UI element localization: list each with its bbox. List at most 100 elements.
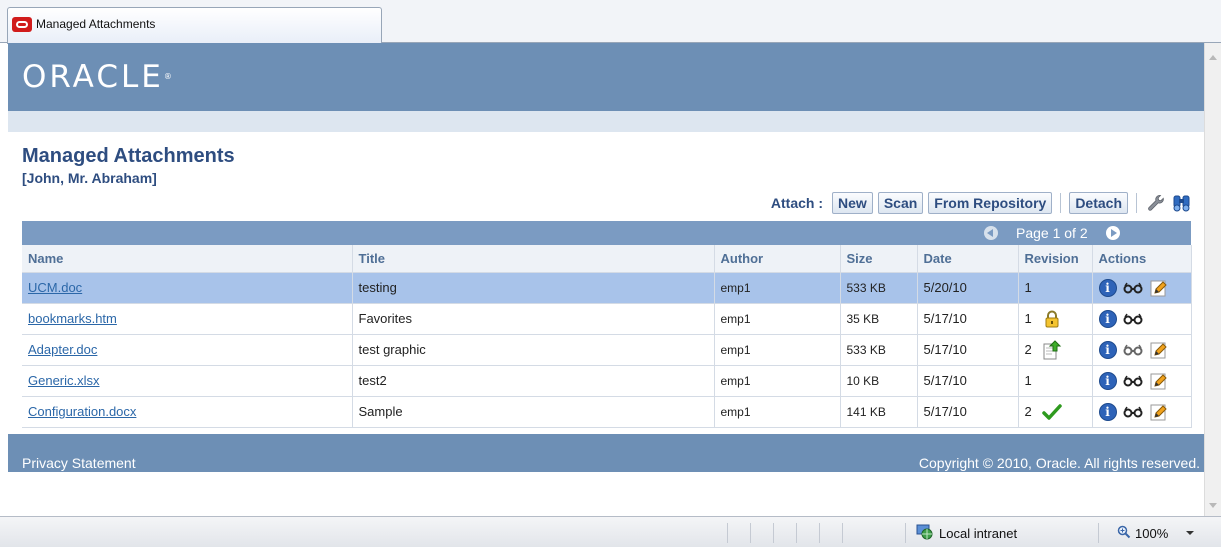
cell-title: test graphic — [352, 334, 715, 366]
checkout-document-icon — [1042, 339, 1062, 360]
wrench-icon[interactable] — [1145, 192, 1167, 214]
zoom-control[interactable]: 100% — [1117, 523, 1195, 543]
column-header-author[interactable]: Author — [714, 245, 841, 273]
cell-author: emp1 — [714, 272, 841, 304]
cell-author: emp1 — [714, 365, 841, 397]
browser-tab-title: Managed Attachments — [36, 17, 156, 31]
info-icon[interactable]: i — [1098, 309, 1117, 328]
cell-revision: 1 — [1018, 365, 1093, 397]
column-header-title[interactable]: Title — [352, 245, 715, 273]
revision-number: 2 — [1024, 342, 1032, 357]
info-icon[interactable]: i — [1098, 278, 1117, 297]
cell-revision: 2 — [1018, 334, 1093, 366]
edit-pencil-icon[interactable] — [1149, 402, 1169, 422]
column-header-date[interactable]: Date — [917, 245, 1019, 273]
table-row[interactable]: UCM.doc testing emp1 533 KB 5/20/10 1 i — [22, 272, 1192, 304]
cell-title: test2 — [352, 365, 715, 397]
next-page-icon[interactable] — [1105, 226, 1120, 240]
table-row[interactable]: Generic.xlsx test2 emp1 10 KB 5/17/10 1 … — [22, 365, 1192, 397]
scroll-up-icon[interactable] — [1209, 55, 1217, 60]
browser-tabstrip: Managed Attachments — [0, 0, 1221, 44]
scan-button[interactable]: Scan — [877, 192, 924, 214]
edit-pencil-icon[interactable] — [1149, 340, 1169, 360]
file-link[interactable]: Configuration.docx — [28, 404, 136, 419]
table-header-row: Name Title Author Size Date Revision Act… — [22, 245, 1192, 273]
view-glasses-icon[interactable] — [1123, 278, 1143, 298]
cell-size: 141 KB — [840, 396, 918, 428]
cell-size: 533 KB — [840, 272, 918, 304]
detach-button[interactable]: Detach — [1069, 192, 1128, 214]
copyright-text: Copyright © 2010, Oracle. All rights res… — [918, 455, 1200, 471]
revision-number: 1 — [1024, 280, 1032, 295]
lock-icon — [1042, 309, 1062, 329]
page-title: Managed Attachments — [22, 145, 235, 167]
scroll-down-icon[interactable] — [1209, 503, 1217, 508]
statusbar-divider — [819, 523, 820, 543]
info-icon[interactable]: i — [1098, 340, 1117, 359]
from-repository-button[interactable]: From Repository — [928, 192, 1053, 214]
cell-size: 533 KB — [840, 334, 918, 366]
file-link[interactable]: Adapter.doc — [28, 342, 97, 357]
column-header-size[interactable]: Size — [840, 245, 918, 273]
zoom-dropdown-icon[interactable] — [1186, 531, 1195, 535]
file-link[interactable]: UCM.doc — [28, 280, 82, 295]
statusbar-divider — [750, 523, 751, 543]
table-row[interactable]: bookmarks.htm Favorites emp1 35 KB 5/17/… — [22, 303, 1192, 335]
page-viewport: ORACLE® Managed Attachments [John, Mr. A… — [8, 43, 1204, 516]
info-icon[interactable]: i — [1098, 371, 1117, 390]
cell-title: Favorites — [352, 303, 715, 335]
cell-name: Configuration.docx — [22, 396, 353, 428]
view-glasses-icon[interactable] — [1123, 371, 1143, 391]
cell-name: bookmarks.htm — [22, 303, 353, 335]
column-header-actions: Actions — [1092, 245, 1192, 273]
pager: Page 1 of 2 — [984, 225, 1120, 241]
table-row[interactable]: Adapter.doc test graphic emp1 533 KB 5/1… — [22, 334, 1192, 366]
security-zone-label: Local intranet — [939, 525, 1018, 541]
new-button[interactable]: New — [832, 192, 873, 214]
view-glasses-icon[interactable] — [1123, 309, 1143, 329]
toolbar-divider — [1136, 193, 1137, 213]
column-header-revision[interactable]: Revision — [1018, 245, 1093, 273]
cell-name: Generic.xlsx — [22, 365, 353, 397]
pager-bar: Page 1 of 2 — [22, 221, 1191, 245]
cell-revision: 1 — [1018, 272, 1093, 304]
edit-pencil-icon[interactable] — [1149, 278, 1169, 298]
cell-date: 5/17/10 — [917, 396, 1019, 428]
table-row[interactable]: Configuration.docx Sample emp1 141 KB 5/… — [22, 396, 1192, 428]
vertical-scrollbar[interactable] — [1204, 43, 1221, 516]
binoculars-search-icon[interactable] — [1172, 192, 1194, 214]
browser-statusbar: Local intranet 100% — [0, 516, 1221, 547]
column-header-name[interactable]: Name — [22, 245, 353, 273]
intranet-globe-icon — [916, 524, 934, 543]
cell-revision: 2 — [1018, 396, 1093, 428]
cell-title: Sample — [352, 396, 715, 428]
toolbar-divider — [1060, 193, 1062, 213]
cell-author: emp1 — [714, 334, 841, 366]
file-link[interactable]: Generic.xlsx — [28, 373, 100, 388]
attach-label: Attach : — [770, 195, 824, 211]
cell-date: 5/20/10 — [917, 272, 1019, 304]
browser-tab[interactable]: Managed Attachments — [7, 7, 382, 44]
statusbar-divider — [1098, 523, 1099, 543]
revision-number: 2 — [1024, 404, 1032, 419]
statusbar-divider — [842, 523, 843, 543]
statusbar-divider — [727, 523, 728, 543]
statusbar-divider — [773, 523, 774, 543]
security-zone[interactable]: Local intranet — [916, 523, 1017, 543]
header-subband — [8, 111, 1204, 132]
cell-actions: i — [1092, 365, 1192, 397]
info-icon[interactable]: i — [1098, 402, 1117, 421]
file-link[interactable]: bookmarks.htm — [28, 311, 117, 326]
view-glasses-icon[interactable] — [1123, 340, 1143, 360]
prev-page-icon[interactable] — [984, 226, 998, 240]
cell-date: 5/17/10 — [917, 365, 1019, 397]
attachments-grid: Page 1 of 2 Name Title Author Size Date … — [22, 221, 1192, 428]
privacy-statement-link[interactable]: Privacy Statement — [22, 455, 136, 471]
statusbar-divider — [905, 523, 906, 543]
oracle-favicon-icon — [12, 17, 32, 32]
edit-pencil-icon[interactable] — [1149, 371, 1169, 391]
statusbar-divider — [796, 523, 797, 543]
view-glasses-icon[interactable] — [1123, 402, 1143, 422]
revision-number: 1 — [1024, 311, 1032, 326]
page-indicator: Page 1 of 2 — [1016, 225, 1088, 241]
